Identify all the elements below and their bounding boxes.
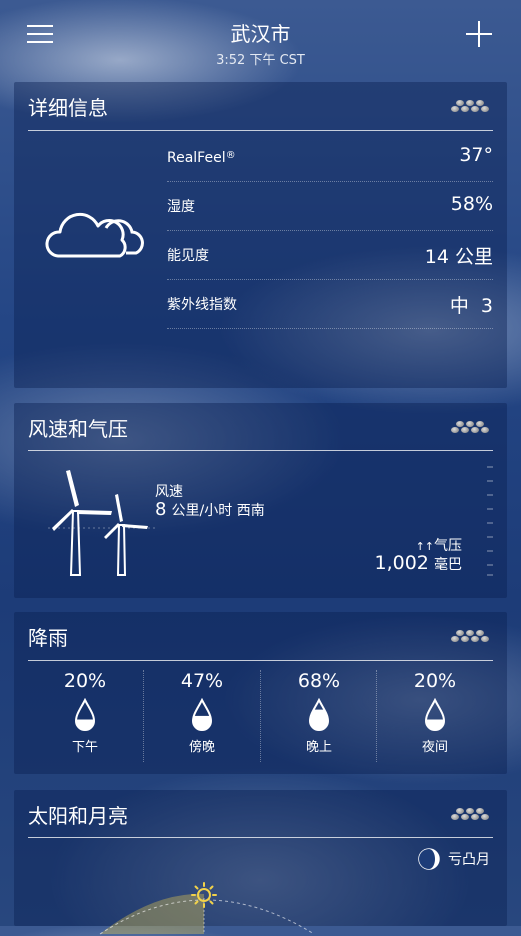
wind-speed-value: 8	[155, 499, 167, 520]
rain-period: 夜间	[421, 740, 448, 755]
sunmoon-title: 太阳和月亮	[28, 804, 128, 828]
rain-item: 68% 晚上	[261, 670, 377, 770]
sun-moon-card: 太阳和月亮 亏凸月	[14, 790, 507, 935]
pressure-readout: 1,002 毫巴	[375, 552, 463, 574]
raindrop-icon	[424, 698, 446, 731]
city-name[interactable]: 武汉市	[0, 18, 521, 47]
rain-divider	[28, 660, 493, 661]
rain-item: 20% 夜间	[377, 670, 493, 770]
realfeel-row: RealFeel® 37°	[167, 132, 493, 182]
rain-title: 降雨	[28, 626, 68, 650]
raindrop-icon	[191, 698, 213, 731]
uv-index-label: 紫外线指数	[167, 297, 237, 313]
wind-turbine-icon	[48, 470, 158, 576]
local-time: 3:52 下午 CST	[216, 53, 305, 68]
wind-title: 风速和气压	[28, 417, 128, 441]
humidity-row: 湿度 58%	[167, 181, 493, 231]
pressure-unit: 毫巴	[434, 557, 462, 573]
sun-icon	[191, 882, 217, 908]
visibility-label: 能见度	[167, 248, 209, 264]
details-card: 详细信息 RealFeel® 37° 湿度 58% 能见度 14 公里 紫外线指…	[14, 82, 507, 388]
pressure-value: 1,002	[374, 552, 429, 574]
rain-period: 晚上	[305, 740, 332, 755]
wind-speed-readout: 8 公里/小时 西南	[155, 499, 265, 520]
app-header: 武汉市 3:52 下午 CST	[0, 0, 521, 78]
cloud-icon	[45, 212, 144, 258]
card-menu-icon[interactable]	[451, 98, 489, 114]
rain-probability: 47%	[180, 670, 224, 692]
uv-index-row: 紫外线指数 中 3	[167, 279, 493, 329]
rain-item: 20% 下午	[27, 670, 143, 770]
card-menu-icon[interactable]	[451, 628, 489, 644]
raindrop-icon	[308, 698, 330, 731]
add-location-icon[interactable]	[466, 21, 492, 47]
rain-probability: 20%	[413, 670, 457, 692]
rain-item: 47% 傍晚	[144, 670, 260, 770]
pressure-gauge-ticks	[487, 466, 493, 576]
wind-divider	[28, 450, 493, 451]
realfeel-label: RealFeel®	[167, 150, 236, 166]
wind-speed-label: 风速	[155, 484, 183, 500]
rain-probability: 20%	[63, 670, 107, 692]
details-title: 详细信息	[28, 96, 108, 120]
realfeel-label-text: RealFeel	[167, 150, 226, 166]
moon-phase-icon	[418, 848, 440, 870]
visibility-value: 14 公里	[424, 246, 493, 268]
uv-index-value: 中 3	[449, 295, 493, 317]
rain-period: 傍晚	[188, 740, 215, 755]
card-menu-icon[interactable]	[451, 419, 489, 435]
card-menu-icon[interactable]	[451, 806, 489, 822]
visibility-row: 能见度 14 公里	[167, 230, 493, 280]
humidity-label: 湿度	[167, 199, 195, 215]
moon-phase-label: 亏凸月	[448, 852, 490, 868]
rain-probability: 68%	[297, 670, 341, 692]
humidity-value: 58%	[450, 193, 493, 215]
details-divider	[28, 130, 493, 131]
realfeel-value: 37°	[459, 144, 493, 166]
wind-speed-unit: 公里/小时 西南	[171, 503, 265, 519]
precipitation-card: 降雨 20% 下午 47% 傍晚 68% 晚上 20% 夜间	[14, 612, 507, 774]
registered-mark: ®	[225, 150, 236, 161]
raindrop-icon	[74, 698, 96, 731]
rain-period: 下午	[71, 740, 98, 755]
wind-pressure-card: 风速和气压 风速 8 公里/小时 西南 ↑↑气压 1,002 毫巴	[14, 403, 507, 598]
sunmoon-divider	[28, 837, 493, 838]
